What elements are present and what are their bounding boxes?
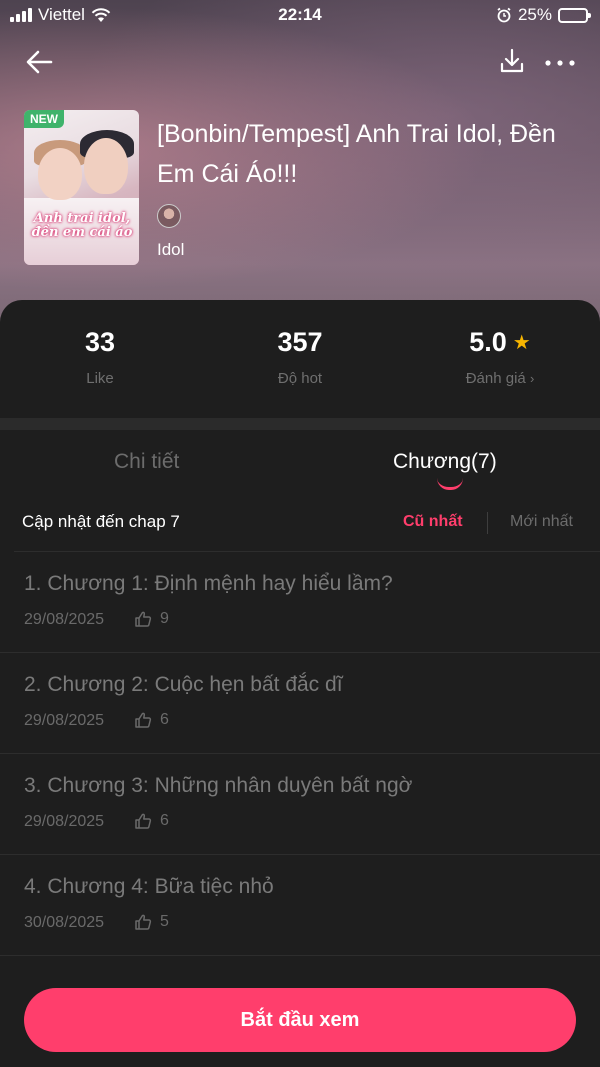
hot-label: Độ hot — [277, 370, 323, 387]
content-panel: 33 Like 357 Độ hot 5.0 ★ Đánh giá › Chi t… — [0, 300, 600, 1067]
sort-separator — [487, 512, 488, 534]
stat-rating[interactable]: 5.0 ★ Đánh giá › — [400, 300, 600, 418]
status-bar: Viettel 22:14 25% — [0, 0, 600, 32]
more-options-button[interactable] — [540, 44, 580, 80]
chapter-like-count: 9 — [160, 610, 169, 627]
stat-like: 33 Like — [0, 300, 200, 418]
cover-art-face-right — [84, 138, 128, 194]
battery-icon — [558, 7, 591, 23]
chapter-like-count: 6 — [160, 812, 169, 829]
chapter-row-1[interactable]: 1. Chương 1: Định mệnh hay hiểu lầm? 29/… — [0, 552, 600, 653]
chapter-row-2[interactable]: 2. Chương 2: Cuộc hẹn bất đắc dĩ 29/08/2… — [0, 653, 600, 754]
tab-detail[interactable]: Chi tiết — [114, 450, 179, 474]
like-label: Like — [86, 370, 114, 387]
cover-title: Anh trai idol, đền em cái áo — [31, 211, 133, 240]
battery-group: 25% — [496, 5, 591, 25]
author-avatar[interactable] — [157, 204, 181, 228]
star-icon: ★ — [512, 332, 531, 354]
chapter-date: 29/08/2025 — [24, 813, 105, 830]
arrow-left-icon — [26, 50, 53, 74]
chevron-right-icon: › — [529, 371, 535, 386]
sort-oldest-button[interactable]: Cũ nhất — [403, 513, 463, 531]
download-icon — [500, 48, 524, 73]
chapter-title: 2. Chương 2: Cuộc hẹn bất đắc dĩ — [24, 673, 343, 696]
chapter-date: 29/08/2025 — [24, 611, 105, 628]
new-badge: NEW — [24, 110, 64, 128]
download-button[interactable] — [494, 44, 530, 80]
chapter-title: 1. Chương 1: Định mệnh hay hiểu lầm? — [24, 572, 393, 595]
battery-percent: 25% — [517, 5, 552, 24]
chapter-row-4[interactable]: 4. Chương 4: Bữa tiệc nhỏ 30/08/2025 5 — [0, 855, 600, 956]
active-tab-indicator — [437, 478, 463, 490]
update-status: Cập nhật đến chap 7 — [22, 512, 180, 531]
like-count: 33 — [84, 327, 116, 357]
book-title: [Bonbin/Tempest] Anh Trai Idol, Đền Em C… — [157, 120, 556, 188]
thumbs-up-icon — [135, 712, 152, 728]
tab-bar: Chi tiết Chương(7) — [0, 440, 600, 496]
chapter-title: 3. Chương 3: Những nhân duyên bất ngờ — [24, 774, 413, 797]
chapter-row-3[interactable]: 3. Chương 3: Những nhân duyên bất ngờ 29… — [0, 754, 600, 855]
cover-art-face-left — [38, 148, 82, 200]
chapter-like-count: 6 — [160, 711, 169, 728]
sort-bar: Cập nhật đến chap 7 Cũ nhất Mới nhất — [0, 500, 600, 552]
hot-count: 357 — [277, 327, 323, 357]
rating-value: 5.0 — [469, 327, 507, 357]
section-divider — [0, 418, 600, 430]
thumbs-up-icon — [135, 813, 152, 829]
stats-row: 33 Like 357 Độ hot 5.0 ★ Đánh giá › — [0, 300, 600, 418]
chapter-like-count: 5 — [160, 913, 169, 930]
back-button[interactable] — [22, 44, 58, 80]
chapter-date: 30/08/2025 — [24, 914, 105, 931]
chapter-title: 4. Chương 4: Bữa tiệc nhỏ — [24, 875, 274, 898]
thumbs-up-icon — [135, 611, 152, 627]
top-nav — [0, 42, 600, 82]
start-reading-button[interactable]: Bắt đầu xem — [24, 988, 576, 1052]
tab-chapters[interactable]: Chương(7) — [393, 450, 497, 474]
sort-newest-button[interactable]: Mới nhất — [510, 513, 573, 531]
book-cover: Anh trai idol, đền em cái áo NEW — [24, 110, 139, 265]
thumbs-up-icon — [135, 914, 152, 930]
more-dots-icon — [545, 60, 575, 66]
rating-label: Đánh giá — [465, 370, 526, 387]
chapter-date: 29/08/2025 — [24, 712, 105, 729]
alarm-icon — [497, 7, 511, 23]
stat-hot: 357 Độ hot — [200, 300, 400, 418]
genre-tag[interactable]: Idol — [157, 240, 184, 260]
